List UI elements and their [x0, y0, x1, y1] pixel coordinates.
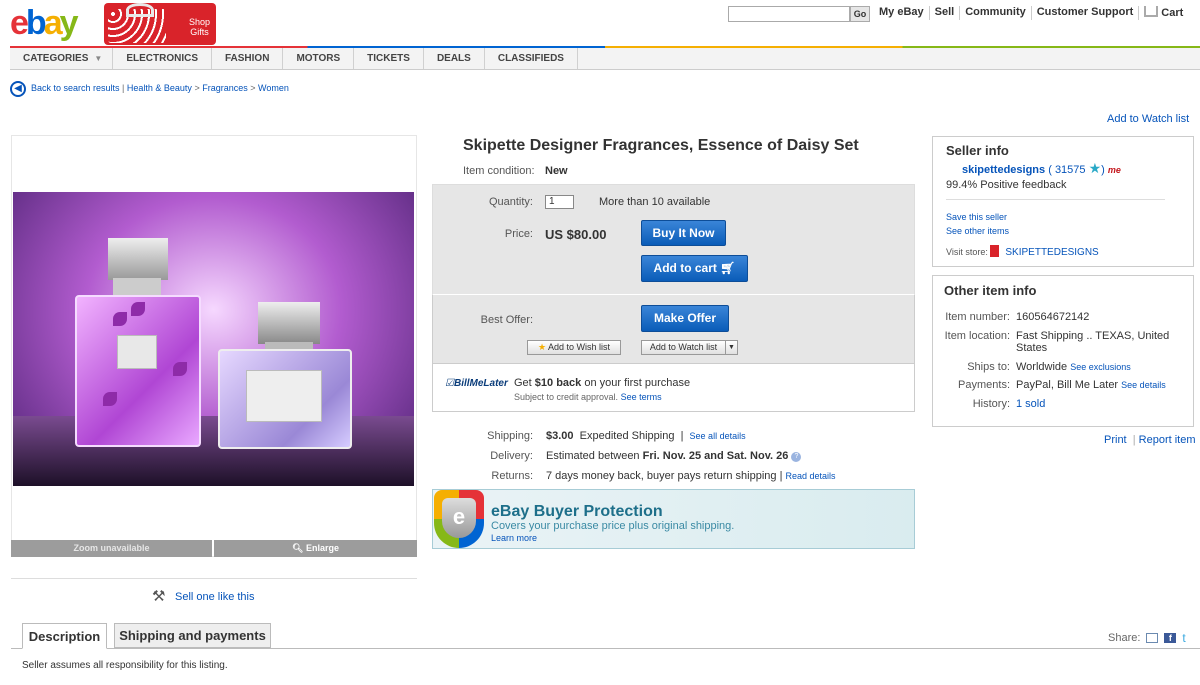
product-photo[interactable]: [13, 192, 414, 486]
breadcrumb: Back to search results | Health & Beauty…: [31, 83, 289, 93]
zoom-bar: Zoom unavailable 🔍︎ Enlarge: [11, 540, 417, 557]
other-item-info-title: Other item info: [944, 283, 1037, 298]
seller-name-link[interactable]: skipettedesigns: [962, 164, 1045, 176]
price-value: US $80.00: [545, 227, 607, 242]
best-offer-label: Best Offer:: [480, 314, 533, 326]
print-report-links: Print | Report item: [1104, 434, 1196, 446]
add-to-cart-button[interactable]: Add to cart 🛒︎: [641, 255, 748, 282]
available-count: More than 10 available: [599, 196, 711, 208]
chevron-down-icon: ▼: [94, 54, 103, 63]
community-link[interactable]: Community: [960, 6, 1032, 20]
me-badge-icon[interactable]: me: [1108, 165, 1121, 175]
quantity-label: Quantity:: [488, 196, 533, 208]
my-ebay-link[interactable]: My eBay: [874, 6, 930, 20]
shipping-row: Shipping: $3.00 Expedited Shipping | See…: [487, 430, 746, 442]
tab-shipping-and-payments[interactable]: Shipping and payments: [114, 623, 271, 648]
quantity-input[interactable]: 1: [545, 195, 574, 209]
report-item-link[interactable]: Report item: [1139, 434, 1196, 446]
cart-icon: [1144, 6, 1159, 17]
tab-motors[interactable]: MOTORS: [283, 48, 355, 69]
bottle-cap: [108, 238, 168, 280]
tab-tickets[interactable]: TICKETS: [354, 48, 424, 69]
zoom-unavailable: Zoom unavailable: [11, 540, 212, 557]
condition-label: Item condition:: [463, 165, 535, 177]
seller-name-row: skipettedesigns ( 31575 ★) me: [962, 160, 1121, 176]
see-exclusions-link[interactable]: See exclusions: [1070, 362, 1131, 372]
delivery-row: Delivery: Estimated between Fri. Nov. 25…: [433, 450, 913, 464]
learn-more-link[interactable]: Learn more: [491, 533, 537, 543]
chevron-down-icon[interactable]: ▼: [726, 341, 737, 354]
seller-disclaimer: Seller assumes all responsibility for th…: [22, 660, 228, 671]
shield-inner: e: [442, 498, 476, 538]
star-icon: ★: [537, 342, 547, 352]
enlarge-button[interactable]: 🔍︎ Enlarge: [214, 540, 417, 557]
read-details-link[interactable]: Read details: [786, 471, 836, 481]
gift-bow-icon: [126, 3, 154, 17]
buyer-protection-sub: Covers your purchase price plus original…: [491, 520, 735, 532]
ebay-logo[interactable]: ebay: [10, 4, 79, 42]
email-icon[interactable]: [1146, 633, 1159, 643]
visit-store-row: Visit store: SKIPETTEDESIGNS: [946, 245, 1099, 258]
store-icon: [990, 245, 1000, 257]
back-to-results-link[interactable]: Back to search results: [31, 83, 120, 93]
search-go-button[interactable]: Go: [850, 6, 870, 22]
back-arrow-icon[interactable]: ◀: [10, 81, 26, 97]
share-row: Share: f t: [1108, 632, 1194, 644]
price-label: Price:: [504, 228, 533, 240]
bill-me-later-logo: ☑BillMeLater: [445, 378, 508, 389]
see-payment-details-link[interactable]: See details: [1121, 380, 1166, 390]
search-input[interactable]: [728, 6, 850, 22]
tab-electronics[interactable]: ELECTRONICS: [113, 48, 212, 69]
seller-info-title: Seller info: [946, 143, 1009, 158]
condition-value: New: [545, 165, 568, 177]
tab-classifieds[interactable]: CLASSIFIEDS: [485, 48, 578, 69]
sell-one-like-this-link[interactable]: Sell one like this: [175, 591, 255, 603]
positive-feedback: 99.4% Positive feedback: [946, 179, 1067, 191]
see-terms-link[interactable]: See terms: [621, 392, 662, 402]
feedback-score-link[interactable]: 31575: [1055, 164, 1086, 176]
breadcrumb-women[interactable]: Women: [258, 83, 289, 93]
sold-history-link[interactable]: 1 sold: [1016, 398, 1045, 410]
bml-offer: Get $10 back on your first purchase: [514, 377, 691, 389]
sell-link[interactable]: Sell: [930, 6, 961, 20]
gavel-icon: ⚒: [152, 588, 166, 605]
twitter-icon[interactable]: t: [1182, 632, 1194, 644]
bml-subtext: Subject to credit approval. See terms: [514, 392, 662, 402]
facebook-icon[interactable]: f: [1164, 633, 1177, 643]
see-all-details-link[interactable]: See all details: [690, 431, 746, 441]
top-links: My eBay Sell Community Customer Support …: [874, 6, 1188, 20]
add-to-wish-list-button[interactable]: ★ Add to Wish list: [527, 340, 621, 355]
main-nav: CATEGORIES ▼ ELECTRONICS FASHION MOTORS T…: [10, 48, 1200, 70]
returns-row: Returns: 7 days money back, buyer pays r…: [491, 470, 836, 482]
customer-support-link[interactable]: Customer Support: [1032, 6, 1140, 20]
cart-link[interactable]: Cart: [1139, 6, 1188, 20]
tab-deals[interactable]: DEALS: [424, 48, 485, 69]
item-title: Skipette Designer Fragrances, Essence of…: [463, 137, 859, 154]
save-seller-link[interactable]: Save this seller: [946, 212, 1007, 222]
see-other-items-link[interactable]: See other items: [946, 226, 1009, 236]
shop-gifts-promo[interactable]: Shop Gifts: [104, 3, 216, 45]
tab-fashion[interactable]: FASHION: [212, 48, 284, 69]
add-to-watch-list-button[interactable]: Add to Watch list ▼: [641, 340, 738, 355]
tab-description[interactable]: Description: [22, 623, 107, 649]
breadcrumb-fragrances[interactable]: Fragrances: [202, 83, 248, 93]
make-offer-button[interactable]: Make Offer: [641, 305, 729, 332]
print-link[interactable]: Print: [1104, 434, 1127, 446]
shooting-star-icon: ★: [1088, 160, 1102, 176]
breadcrumb-health-beauty[interactable]: Health & Beauty: [127, 83, 192, 93]
buy-it-now-button[interactable]: Buy It Now: [641, 220, 726, 246]
info-icon[interactable]: ?: [791, 452, 802, 462]
tab-categories[interactable]: CATEGORIES ▼: [10, 48, 114, 69]
cart-icon: 🛒︎: [720, 261, 736, 275]
add-to-watch-list-link[interactable]: Add to Watch list: [1107, 113, 1189, 125]
bottle-cap: [258, 302, 320, 344]
store-link[interactable]: SKIPETTEDESIGNS: [1005, 247, 1098, 258]
buyer-protection-title: eBay Buyer Protection: [491, 503, 663, 520]
